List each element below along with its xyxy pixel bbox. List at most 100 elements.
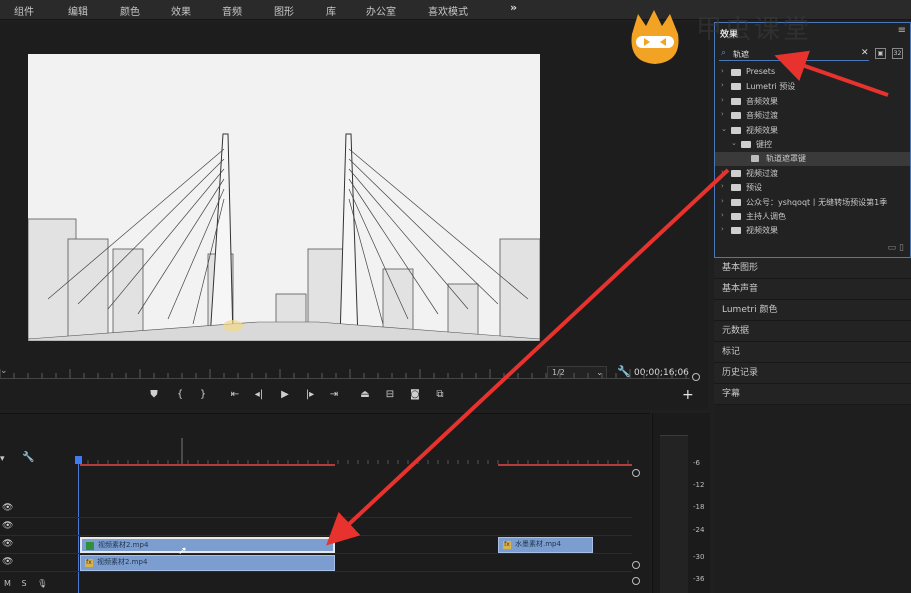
lift-icon[interactable]: ⏏ xyxy=(358,389,372,400)
accelerated-effects-icon[interactable]: ▣ xyxy=(875,48,886,59)
db-label: -18 xyxy=(693,503,705,511)
panel-essential-graphics[interactable]: 基本图形 xyxy=(714,258,911,279)
timeline-clip[interactable]: 视频素材2.mp4 xyxy=(80,537,335,553)
effects-tree-item[interactable]: › 音频过渡 xyxy=(715,109,910,123)
extract-icon[interactable]: ⊟ xyxy=(383,389,397,400)
solo-button[interactable]: S xyxy=(21,579,26,588)
more-workspaces-icon[interactable]: » xyxy=(510,1,517,14)
menu-effects[interactable]: 效果 xyxy=(171,3,191,18)
panel-captions[interactable]: 字幕 xyxy=(714,384,911,405)
microphone-icon[interactable]: 🎙 xyxy=(37,579,47,588)
chevron-right-icon[interactable]: › xyxy=(721,96,724,104)
out-point-icon[interactable]: } xyxy=(196,389,210,400)
timeline-clip[interactable]: fx 水墨素材.mp4 xyxy=(498,537,593,553)
effects-tree-item[interactable]: › 视频效果 xyxy=(715,224,910,238)
effects-tree-item[interactable]: › Lumetri 预设 xyxy=(715,80,910,94)
effects-search-input[interactable] xyxy=(733,48,853,60)
chevron-right-icon[interactable]: › xyxy=(721,81,724,89)
compare-icon[interactable]: ⧉ xyxy=(433,389,447,400)
menu-components[interactable]: 组件 xyxy=(14,3,34,18)
panel-markers[interactable]: 标记 xyxy=(714,342,911,363)
chevron-right-icon[interactable]: › xyxy=(721,67,724,75)
brand-logo xyxy=(631,10,679,64)
play-icon[interactable]: ▶ xyxy=(278,389,292,400)
eye-icon[interactable]: 👁 xyxy=(2,557,13,567)
panel-history[interactable]: 历史记录 xyxy=(714,363,911,384)
db-label: -30 xyxy=(693,553,705,561)
scroll-end-handle[interactable] xyxy=(692,373,700,381)
go-to-out-icon[interactable]: ⇥ xyxy=(327,389,341,400)
marker-tool-icon[interactable]: ▾ xyxy=(0,454,5,464)
scroll-knob[interactable] xyxy=(632,561,640,569)
effects-tree-item[interactable]: › Presets xyxy=(715,66,910,80)
step-forward-icon[interactable]: |▸ xyxy=(303,389,317,400)
effects-tree-item[interactable]: › 主持人调色 xyxy=(715,210,910,224)
menu-color[interactable]: 颜色 xyxy=(120,3,140,18)
new-bin-icon[interactable]: ▭ ▯ xyxy=(888,243,904,253)
effects-tree-item[interactable]: ⌄ 视频效果 xyxy=(715,124,910,138)
eye-icon[interactable]: 👁 xyxy=(2,503,13,513)
effects-tree-item[interactable]: › 预设 xyxy=(715,181,910,195)
in-point-icon[interactable]: { xyxy=(173,389,187,400)
panel-menu-icon[interactable]: ≡ xyxy=(898,25,906,36)
effects-tree-item[interactable]: ⌄ 键控 xyxy=(715,138,910,152)
folder-icon xyxy=(731,83,741,91)
folder-icon xyxy=(741,141,751,148)
mute-button[interactable]: M xyxy=(4,579,11,588)
32bit-effects-icon[interactable]: 32 xyxy=(892,48,903,59)
timeline-ruler[interactable] xyxy=(78,436,632,464)
folder-icon xyxy=(731,213,741,220)
track-v3: 👁 xyxy=(0,500,632,518)
effects-tree-label: 公众号：yshqoqt丨无缝转场预设第1季 xyxy=(746,197,888,207)
menu-favorite-mode[interactable]: 喜欢模式 xyxy=(428,3,468,18)
folder-icon xyxy=(731,112,741,120)
scroll-knob[interactable] xyxy=(632,469,640,477)
panel-metadata[interactable]: 元数据 xyxy=(714,321,911,342)
db-label: -36 xyxy=(693,575,705,583)
timeline-panel: ▾ 🔧 👁 👁 👁 👁 视频素材2.mp4 fx 视频素材2.mp4 fx 水墨… xyxy=(0,413,650,593)
wrench-icon[interactable]: 🔧 xyxy=(22,452,34,463)
marker-icon[interactable]: ⛊ xyxy=(147,389,161,400)
menu-audio[interactable]: 音频 xyxy=(222,3,242,18)
db-label: -12 xyxy=(693,481,705,489)
add-button[interactable]: + xyxy=(682,387,694,403)
clear-icon[interactable]: ✕ xyxy=(861,48,869,58)
go-to-in-icon[interactable]: ⇤ xyxy=(228,389,242,400)
panel-lumetri-color[interactable]: Lumetri 颜色 xyxy=(714,300,911,321)
folder-icon xyxy=(731,169,741,177)
chevron-right-icon[interactable]: › xyxy=(721,197,724,205)
monitor-time-ruler[interactable] xyxy=(0,361,708,381)
eye-icon[interactable]: 👁 xyxy=(2,521,13,531)
panel-essential-sound[interactable]: 基本声音 xyxy=(714,279,911,300)
render-bar xyxy=(498,464,632,466)
watermark-text: 甲虫课堂 xyxy=(696,15,813,45)
chevron-down-icon[interactable]: ⌄ xyxy=(731,139,737,147)
effects-tree-label: Lumetri 预设 xyxy=(746,82,796,92)
chevron-right-icon[interactable]: › xyxy=(721,168,724,176)
chevron-right-icon[interactable]: › xyxy=(721,225,724,233)
chevron-right-icon[interactable]: › xyxy=(721,110,724,118)
effects-tree-item[interactable]: › 视频过渡 xyxy=(715,167,910,181)
eye-icon[interactable]: 👁 xyxy=(2,539,13,549)
effects-tree-item[interactable]: › 音频效果 xyxy=(715,95,910,109)
camera-icon[interactable]: ◙ xyxy=(408,389,422,400)
effects-tree-label: 视频过渡 xyxy=(746,168,778,178)
effects-tree-item[interactable]: 轨道遮罩键 xyxy=(715,152,910,167)
menu-edit[interactable]: 编辑 xyxy=(68,3,88,18)
menu-office[interactable]: 办公室 xyxy=(366,3,396,18)
chevron-right-icon[interactable]: › xyxy=(721,211,724,219)
effects-tree-label: 键控 xyxy=(756,140,772,149)
menu-library[interactable]: 库 xyxy=(326,3,336,18)
effects-panel: 效果 ≡ ⌕ ✕ ▣ 32 ›Presets›Lumetri 预设›音频效果›音… xyxy=(714,22,911,258)
chevron-right-icon[interactable]: › xyxy=(721,182,724,190)
folder-icon xyxy=(731,97,741,105)
scroll-knob[interactable] xyxy=(632,577,640,585)
effects-tree-label: 预设 xyxy=(746,183,762,193)
effects-tree-item[interactable]: › 公众号：yshqoqt丨无缝转场预设第1季 xyxy=(715,196,910,210)
timeline-clip[interactable]: fx 视频素材2.mp4 xyxy=(80,555,335,571)
chevron-down-icon[interactable]: ⌄ xyxy=(721,125,727,133)
timeline-vertical-scroll[interactable] xyxy=(632,469,640,593)
menu-graphics[interactable]: 图形 xyxy=(274,3,294,18)
step-back-icon[interactable]: ◂| xyxy=(252,389,266,400)
track-v2: 👁 xyxy=(0,518,632,536)
